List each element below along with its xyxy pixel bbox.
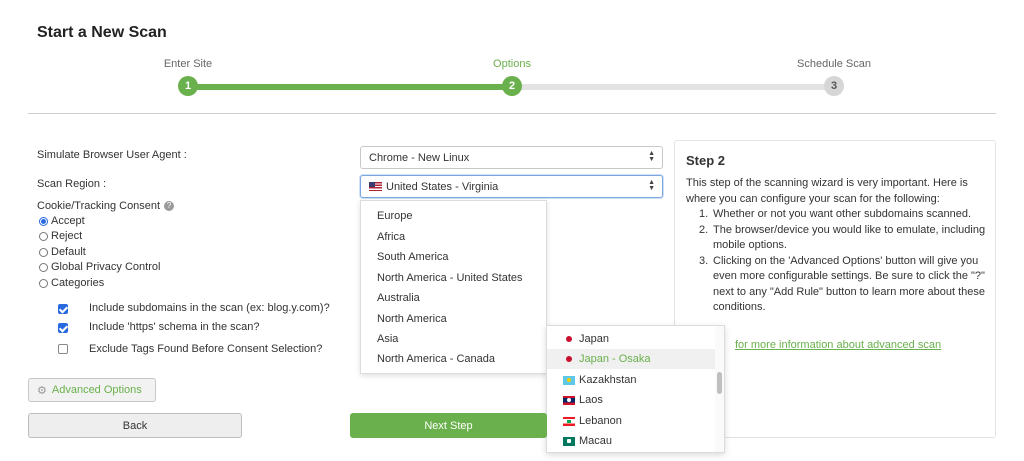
country-option-japan[interactable]: Japan: [547, 329, 724, 349]
region-label: Scan Region :: [37, 178, 107, 190]
country-label: Japan - Osaka: [579, 353, 651, 365]
consent-radio-default[interactable]: Default: [39, 246, 86, 258]
step-2-circle[interactable]: 2: [502, 76, 522, 96]
japan-flag-icon: [566, 336, 572, 342]
info-list-item: 3. Clicking on the 'Advanced Options' but…: [699, 254, 985, 314]
page-title: Start a New Scan: [37, 24, 167, 41]
country-option-kazakhstan[interactable]: Kazakhstan: [547, 370, 724, 390]
country-label: Lebanon: [579, 415, 622, 427]
laos-flag-icon: [563, 395, 575, 405]
step-label-schedule-scan: Schedule Scan: [797, 58, 871, 70]
consent-radio-gpc[interactable]: Global Privacy Control: [39, 261, 160, 273]
info-list-item: 2. The browser/device you would like to e…: [699, 223, 986, 252]
radio-checked-icon: [39, 216, 48, 226]
select-arrows-icon: ▲ ▼: [648, 150, 655, 163]
region-option-na-us[interactable]: North America - United States: [377, 272, 523, 284]
region-option-australia[interactable]: Australia: [377, 292, 420, 304]
select-arrows-icon: ▲ ▼: [648, 179, 655, 192]
exclude-tags-checkbox[interactable]: [58, 344, 68, 354]
divider: [28, 113, 996, 114]
radio-label: Accept: [51, 215, 85, 227]
country-dropdown-menu: Japan Japan - Osaka Kazakhstan Laos Leba…: [546, 325, 725, 453]
consent-label: Cookie/Tracking Consent?: [37, 200, 175, 212]
info-list-text: Whether or not you want other subdomains…: [713, 208, 972, 220]
radio-label: Default: [51, 246, 86, 258]
progress-track-remaining: [512, 84, 834, 90]
us-flag-icon: [369, 182, 382, 191]
macau-flag-icon: [563, 436, 575, 446]
info-list: 1. Whether or not you want other subdomai…: [686, 207, 986, 316]
back-button[interactable]: Back: [28, 413, 242, 438]
kazakhstan-flag-icon: [563, 375, 575, 385]
region-option-north-america[interactable]: North America: [377, 313, 447, 325]
region-value: United States - Virginia: [386, 180, 499, 193]
country-option-lebanon[interactable]: Lebanon: [547, 411, 724, 431]
gear-icon: ⚙: [37, 384, 47, 397]
include-subdomains-label: Include subdomains in the scan (ex: blog…: [89, 302, 330, 314]
user-agent-value: Chrome - New Linux: [369, 151, 470, 164]
country-label: Macau: [579, 435, 613, 447]
next-step-button[interactable]: Next Step: [350, 413, 547, 438]
question-circle-icon[interactable]: ?: [164, 201, 175, 212]
include-https-checkbox[interactable]: [58, 323, 68, 333]
radio-label: Reject: [51, 230, 83, 242]
region-select[interactable]: United States - Virginia ▲ ▼: [360, 175, 663, 198]
advanced-scan-info-link[interactable]: for more information about advanced scan: [735, 339, 941, 351]
radio-icon: [39, 262, 48, 272]
advanced-options-button[interactable]: ⚙ Advanced Options: [28, 378, 156, 402]
country-option-macau[interactable]: Macau: [547, 431, 724, 451]
consent-radio-accept[interactable]: Accept: [39, 215, 85, 227]
region-option-africa[interactable]: Africa: [377, 231, 405, 243]
include-https-label: Include 'https' schema in the scan?: [89, 321, 260, 333]
region-option-na-canada[interactable]: North America - Canada: [377, 353, 495, 365]
step-label-enter-site: Enter Site: [163, 58, 213, 70]
lebanon-flag-icon: [563, 416, 575, 426]
country-scrollbar-thumb[interactable]: [717, 372, 722, 394]
user-agent-label: Simulate Browser User Agent :: [37, 149, 187, 161]
info-title: Step 2: [686, 153, 726, 168]
exclude-tags-label: Exclude Tags Found Before Consent Select…: [89, 343, 323, 355]
country-scrollbar[interactable]: [715, 326, 724, 452]
country-label: Laos: [579, 394, 603, 406]
info-list-text: Clicking on the 'Advanced Options' butto…: [713, 254, 985, 314]
country-label: Kazakhstan: [579, 374, 637, 386]
info-list-item: 1. Whether or not you want other subdomai…: [699, 208, 972, 220]
country-option-japan-osaka[interactable]: Japan - Osaka: [547, 349, 724, 369]
radio-icon: [39, 247, 48, 257]
region-option-south-america[interactable]: South America: [377, 251, 449, 263]
japan-flag-icon: [566, 356, 572, 362]
consent-label-text: Cookie/Tracking Consent: [37, 200, 161, 212]
progress-track-complete: [188, 84, 512, 90]
region-option-europe[interactable]: Europe: [377, 210, 412, 222]
country-option-laos[interactable]: Laos: [547, 390, 724, 410]
advanced-options-label: Advanced Options: [51, 384, 142, 396]
info-list-text: The browser/device you would like to emu…: [713, 223, 986, 252]
include-subdomains-checkbox[interactable]: [58, 304, 68, 314]
user-agent-select[interactable]: Chrome - New Linux ▲ ▼: [360, 146, 663, 169]
step-label-options: Options: [493, 58, 531, 70]
radio-label: Categories: [51, 277, 105, 289]
consent-radio-reject[interactable]: Reject: [39, 230, 82, 242]
step-3-circle[interactable]: 3: [824, 76, 844, 96]
region-option-asia[interactable]: Asia: [377, 333, 398, 345]
radio-icon: [39, 278, 48, 288]
radio-label: Global Privacy Control: [51, 261, 161, 273]
radio-icon: [39, 231, 48, 241]
info-intro: This step of the scanning wizard is very…: [686, 177, 968, 205]
step-1-circle[interactable]: 1: [178, 76, 198, 96]
country-label: Japan: [579, 333, 609, 345]
consent-radio-categories[interactable]: Categories: [39, 277, 104, 289]
region-group-menu: Europe Africa South America North Americ…: [360, 200, 547, 374]
